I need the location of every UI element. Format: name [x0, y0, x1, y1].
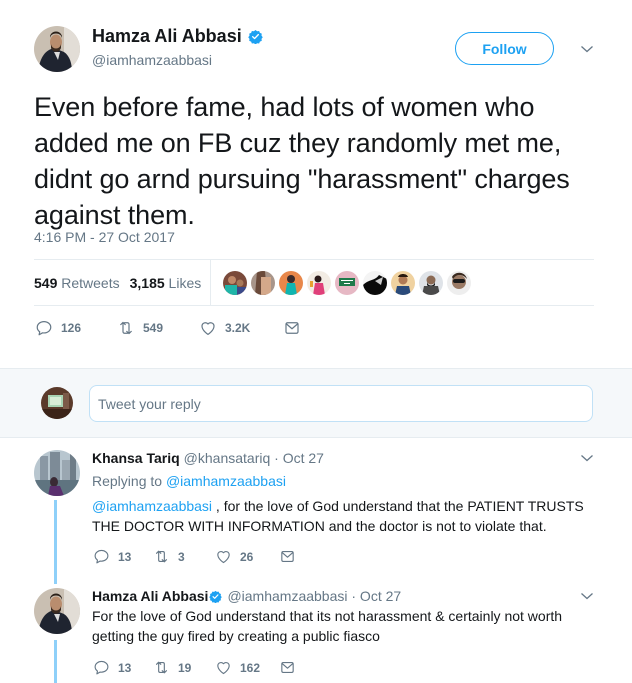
reply-text: @iamhamzaabbasi , for the love of God un… [92, 496, 592, 536]
reply-input[interactable] [89, 385, 593, 422]
divider [34, 259, 594, 260]
divider [210, 260, 211, 305]
retweet-button[interactable]: 549 [117, 319, 177, 337]
reply-count: 126 [61, 321, 82, 335]
like-count: 3.2K [225, 321, 251, 335]
liker-avatar[interactable] [307, 271, 331, 295]
retweet-count: 549 [143, 321, 164, 335]
liker-avatar[interactable] [251, 271, 275, 295]
reply-author-avatar[interactable] [34, 588, 80, 634]
retweet-button[interactable]: 19 [153, 659, 215, 676]
reply-button[interactable]: 13 [93, 548, 153, 565]
reply-author-name[interactable]: Khansa Tariq [92, 450, 180, 466]
tweet-stats: 549 Retweets 3,185 Likes [34, 275, 201, 291]
like-count: 162 [240, 660, 261, 675]
liker-avatars [223, 271, 471, 295]
likes-count: 3,185 [129, 275, 165, 291]
thread-line [54, 640, 57, 683]
reply-actions: 13 19 162 [93, 659, 304, 676]
author-avatar[interactable] [34, 26, 80, 72]
reply-count: 13 [118, 549, 132, 564]
retweet-count: 3 [178, 549, 185, 564]
liker-avatar[interactable] [279, 271, 303, 295]
reply-button[interactable]: 126 [35, 319, 95, 337]
reply-author-handle[interactable]: @iamhamzaabbasi [227, 588, 347, 604]
retweet-count: 19 [178, 660, 192, 675]
reply-count: 13 [118, 660, 132, 675]
heart-icon [215, 548, 232, 565]
retweet-icon [153, 548, 170, 565]
envelope-icon [279, 659, 296, 676]
retweets-count: 549 [34, 275, 58, 291]
verified-badge-icon [248, 29, 263, 44]
current-user-avatar [41, 387, 73, 419]
liker-avatar[interactable] [447, 271, 471, 295]
reply-icon [35, 319, 53, 337]
chevron-down-icon[interactable] [580, 44, 594, 54]
like-button[interactable]: 162 [215, 659, 279, 676]
liker-avatar[interactable] [223, 271, 247, 295]
reply-actions: 13 3 26 [93, 548, 304, 565]
reply-composer [0, 368, 632, 438]
reply-icon [93, 659, 110, 676]
like-button[interactable]: 3.2K [199, 319, 261, 337]
chevron-down-icon[interactable] [580, 591, 594, 601]
envelope-icon [283, 319, 301, 337]
heart-icon [215, 659, 232, 676]
reply-button[interactable]: 13 [93, 659, 153, 676]
retweets-label: Retweets [61, 275, 120, 291]
retweet-button[interactable]: 3 [153, 548, 215, 565]
retweet-icon [153, 659, 170, 676]
likes-label: Likes [168, 275, 202, 291]
author-name[interactable]: Hamza Ali Abbasi [92, 26, 242, 47]
tweet-timestamp[interactable]: 4:16 PM - 27 Oct 2017 [34, 229, 175, 245]
reply-text: For the love of God understand that its … [92, 608, 563, 644]
liker-avatar[interactable] [419, 271, 443, 295]
replying-to-label: Replying to [92, 473, 163, 489]
author-name-row[interactable]: Hamza Ali Abbasi [92, 26, 263, 47]
author-handle[interactable]: @iamhamzaabbasi [92, 52, 212, 68]
divider [34, 305, 594, 306]
reply-header: Hamza Ali Abbasi @iamhamzaabbasi · Oct 2… [92, 588, 401, 604]
reply-author-avatar[interactable] [34, 450, 80, 496]
likes-stat[interactable]: 3,185 Likes [130, 275, 202, 291]
mention-link[interactable]: @iamhamzaabbasi [92, 498, 212, 514]
tweet-text: Even before fame, had lots of women who … [34, 92, 570, 230]
thread-line [54, 500, 57, 584]
direct-message-button[interactable] [279, 659, 304, 676]
liker-avatar[interactable] [363, 271, 387, 295]
replying-to-link[interactable]: @iamhamzaabbasi [166, 473, 286, 489]
reply-date[interactable]: · Oct 27 [274, 450, 324, 466]
retweet-icon [117, 319, 135, 337]
like-button[interactable]: 26 [215, 548, 279, 565]
liker-avatar[interactable] [391, 271, 415, 295]
tweet-actions: 126 549 3.2K [35, 319, 331, 337]
reply-date[interactable]: · Oct 27 [351, 588, 401, 604]
reply-author-name[interactable]: Hamza Ali Abbasi [92, 588, 208, 604]
reply-header: Khansa Tariq @khansatariq · Oct 27 [92, 450, 324, 466]
like-count: 26 [240, 549, 254, 564]
direct-message-button[interactable] [283, 319, 309, 337]
replying-to: Replying to @iamhamzaabbasi [92, 473, 286, 489]
follow-button[interactable]: Follow [455, 32, 554, 65]
chevron-down-icon[interactable] [580, 453, 594, 463]
direct-message-button[interactable] [279, 548, 304, 565]
retweets-stat[interactable]: 549 Retweets [34, 275, 120, 291]
envelope-icon [279, 548, 296, 565]
verified-badge-icon [209, 590, 222, 603]
reply-author-handle[interactable]: @khansatariq [184, 450, 271, 466]
liker-avatar[interactable] [335, 271, 359, 295]
reply-icon [93, 548, 110, 565]
heart-icon [199, 319, 217, 337]
